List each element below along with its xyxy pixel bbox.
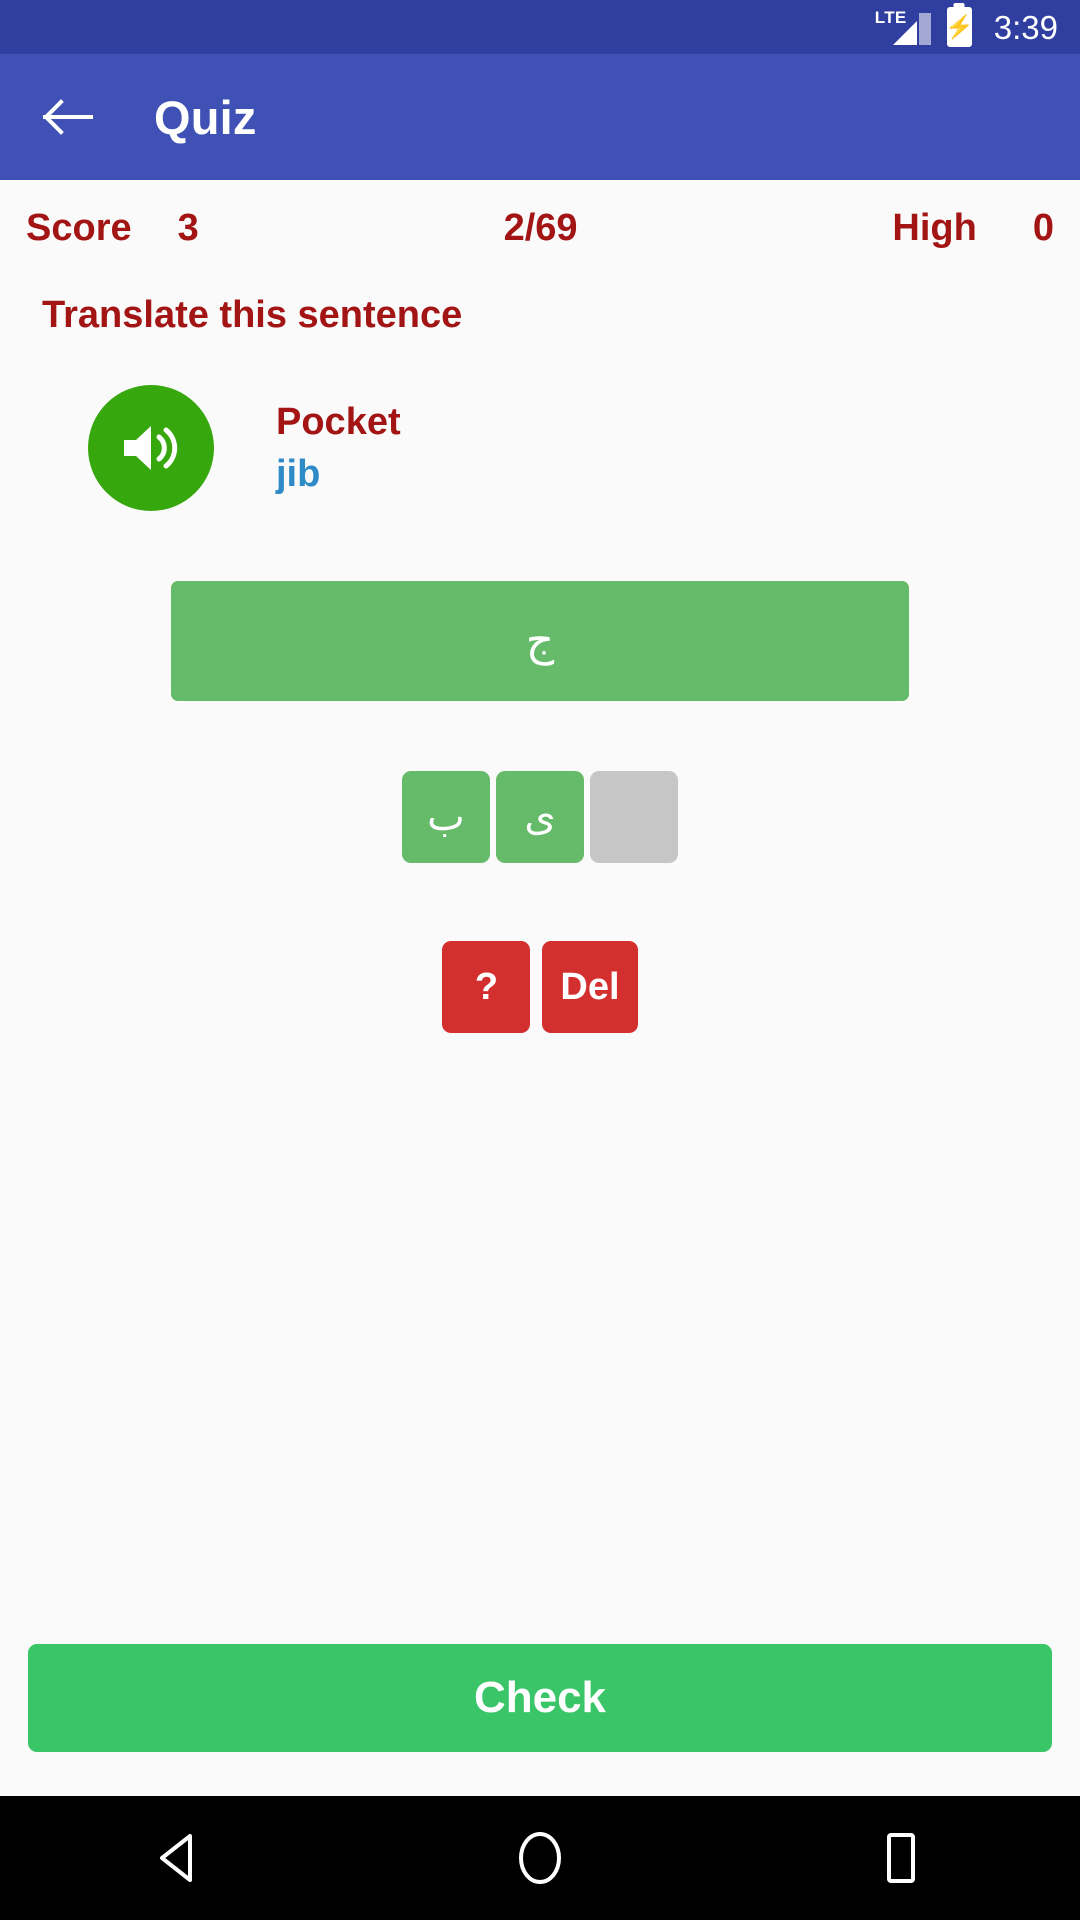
main-content: Score 3 2/69 High 0 Translate this sente… xyxy=(0,180,1080,1796)
high-score-label: High xyxy=(892,206,977,249)
letter-tile-label: ى xyxy=(524,795,556,839)
nav-home-glyph xyxy=(519,1832,561,1884)
status-icons: LTE ⚡ 3:39 xyxy=(875,7,1058,47)
delete-button[interactable]: Del xyxy=(542,941,638,1033)
letter-tile-label: ب xyxy=(427,795,465,839)
check-button-label: Check xyxy=(473,1673,607,1722)
action-buttons-row: ? Del xyxy=(442,941,638,1033)
android-nav-bar xyxy=(0,1796,1080,1920)
back-arrow-glyph xyxy=(43,99,93,135)
high-score-group: High 0 xyxy=(892,207,1054,250)
check-button-container: Check xyxy=(0,1644,1080,1796)
score-row: Score 3 2/69 High 0 xyxy=(0,180,1080,276)
question-texts: Pocket jib xyxy=(276,403,401,493)
answer-text: ج xyxy=(525,616,555,665)
nav-back-triangle-icon[interactable] xyxy=(120,1813,240,1903)
nav-recents-square-icon[interactable] xyxy=(840,1813,960,1903)
battery-charging-icon: ⚡ xyxy=(944,7,974,47)
delete-button-label: Del xyxy=(560,965,620,1008)
nav-home-circle-icon[interactable] xyxy=(480,1813,600,1903)
score-value: 3 xyxy=(177,206,199,249)
letter-tile-empty[interactable] xyxy=(590,771,678,863)
instruction-text: Translate this sentence xyxy=(42,294,463,336)
letter-tile[interactable]: ب xyxy=(402,771,490,863)
nav-back-glyph xyxy=(160,1834,192,1882)
speaker-volume-icon[interactable] xyxy=(88,385,214,511)
check-button[interactable]: Check xyxy=(28,1644,1052,1752)
signal-triangle-icon xyxy=(892,13,931,45)
back-arrow-icon[interactable] xyxy=(42,91,94,143)
hint-button[interactable]: ? xyxy=(442,941,531,1033)
status-clock: 3:39 xyxy=(993,8,1058,46)
letter-tile[interactable]: ى xyxy=(496,771,584,863)
score-label: Score xyxy=(26,206,132,249)
question-word-english: Pocket xyxy=(276,401,401,443)
score-group: Score 3 xyxy=(26,207,199,250)
speaker-glyph xyxy=(124,426,178,470)
status-bar: LTE ⚡ 3:39 xyxy=(0,0,1080,54)
letter-tiles-row: ب ى xyxy=(402,771,678,863)
progress-counter: 2/69 xyxy=(503,206,578,249)
signal-bars-icon: LTE xyxy=(875,7,931,47)
hint-button-label: ? xyxy=(474,965,499,1008)
charging-bolt-icon: ⚡ xyxy=(944,13,974,40)
page-title: Quiz xyxy=(154,90,257,144)
phone-screen: LTE ⚡ 3:39 Quiz Score 3 2/69 High 0 Tran… xyxy=(0,0,1080,1920)
question-row: Pocket jib xyxy=(0,385,1080,511)
nav-recents-glyph xyxy=(887,1833,915,1883)
question-word-transliteration: jib xyxy=(276,453,321,495)
app-bar: Quiz xyxy=(0,54,1080,180)
answer-bar[interactable]: ج xyxy=(171,581,909,701)
high-score-value: 0 xyxy=(1032,206,1054,249)
